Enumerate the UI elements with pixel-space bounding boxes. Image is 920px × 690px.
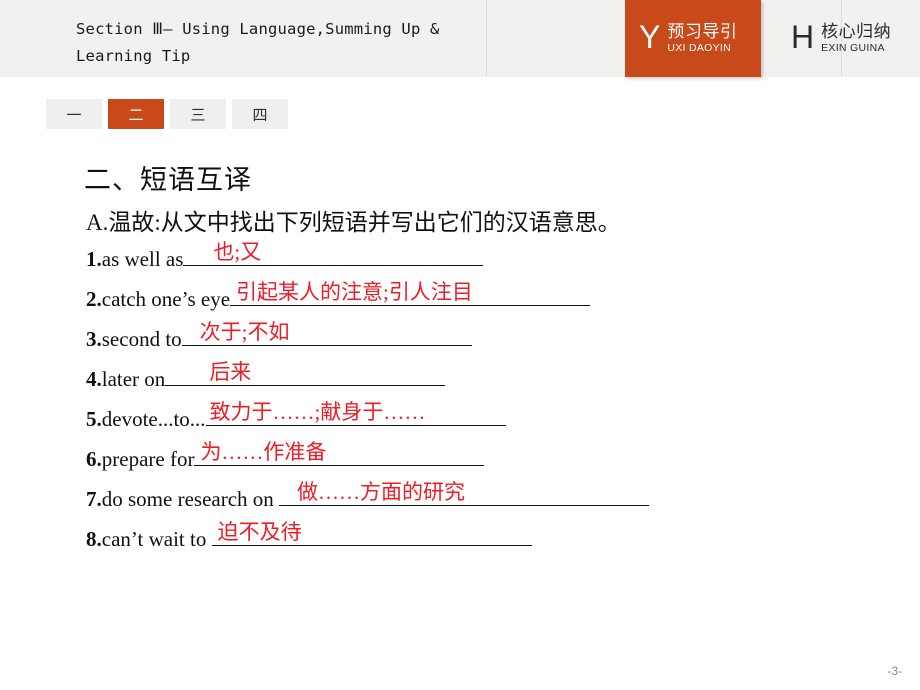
phrase-item-english: do some research on — [101, 487, 280, 511]
section-heading: 二、短语互译 — [84, 165, 252, 195]
phrase-item-answer: 后来 — [209, 360, 252, 384]
header-tab-letter-h: H — [791, 18, 815, 55]
header-tab-text-0: 预习导引 UXI DAOYIN — [667, 22, 737, 55]
header-tab-en-1: EXIN GUINA — [821, 42, 885, 54]
phrase-item-blank[interactable]: 也;又 — [183, 240, 484, 266]
phrase-item: 8.can’t wait to 迫不及待 — [86, 520, 876, 560]
phrase-item-number: 2. — [86, 287, 102, 311]
header-tab-en-0: UXI DAOYIN — [667, 42, 732, 54]
phrase-item-answer: 做……方面的研究 — [297, 480, 466, 504]
phrase-item-english: can’t wait to — [101, 527, 212, 551]
nav-tab-2[interactable]: 二 — [108, 99, 164, 129]
header-tab-yuxi-daoyin[interactable]: Y 预习导引 UXI DAOYIN — [625, 0, 761, 77]
phrase-item-answer: 为……作准备 — [200, 440, 327, 464]
phrase-item-number: 8. — [86, 527, 102, 551]
phrase-translation-list: 1.as well as 也;又 2.catch one’s eye 引起某人的注意;… — [86, 240, 876, 560]
phrase-item-answer: 次于;不如 — [199, 320, 290, 344]
phrase-item: 2.catch one’s eye 引起某人的注意;引人注目 — [86, 280, 876, 320]
nav-tab-3[interactable]: 三 — [170, 99, 226, 129]
header-tab-text-1: 核心归纳 EXIN GUINA — [821, 22, 891, 55]
phrase-item-english: prepare for — [101, 447, 195, 471]
slide-header: Section Ⅲ— Using Language,Summing Up & L… — [0, 0, 920, 77]
exercise-instruction: A.温故:从文中找出下列短语并写出它们的汉语意思。 — [86, 210, 621, 235]
phrase-item-answer: 致力于……;献身于…… — [209, 400, 426, 424]
slide-header-title: Section Ⅲ— Using Language,Summing Up & L… — [76, 20, 440, 65]
page-number: -3- — [887, 664, 902, 678]
phrase-item-number: 4. — [86, 367, 102, 391]
phrase-item-blank[interactable]: 次于;不如 — [181, 320, 472, 346]
phrase-item: 7.do some research on 做……方面的研究 — [86, 480, 876, 520]
phrase-item-english: later on — [101, 367, 166, 391]
phrase-item-blank[interactable]: 为……作准备 — [194, 440, 485, 466]
phrase-item: 3.second to 次于;不如 — [86, 320, 876, 360]
phrase-item-english: catch one’s eye — [101, 287, 231, 311]
phrase-item-number: 7. — [86, 487, 102, 511]
phrase-item-english: devote...to... — [101, 407, 206, 431]
phrase-item: 4.later on 后来 — [86, 360, 876, 400]
section-nav-tabs: 一 二 三 四 — [46, 99, 288, 129]
nav-tab-1[interactable]: 一 — [46, 99, 102, 129]
phrase-item-blank[interactable]: 迫不及待 — [211, 520, 532, 546]
header-tab-cn-1: 核心归纳 — [821, 22, 892, 41]
header-tab-letter-y: Y — [639, 18, 661, 55]
phrase-item-number: 5. — [86, 407, 102, 431]
phrase-item-number: 6. — [86, 447, 102, 471]
phrase-item-blank[interactable]: 致力于……;献身于…… — [205, 400, 506, 426]
header-divider — [486, 0, 487, 77]
phrase-item: 6.prepare for 为……作准备 — [86, 440, 876, 480]
phrase-item: 1.as well as 也;又 — [86, 240, 876, 280]
phrase-item-number: 1. — [86, 247, 102, 271]
nav-tab-4[interactable]: 四 — [232, 99, 288, 129]
phrase-item-blank[interactable]: 后来 — [165, 360, 446, 386]
header-tab-hexin-guina[interactable]: H 核心归纳 EXIN GUINA — [777, 0, 913, 77]
phrase-item-answer: 引起某人的注意;引人注目 — [236, 280, 473, 304]
phrase-item-english: second to — [101, 327, 182, 351]
phrase-item-number: 3. — [86, 327, 102, 351]
phrase-item-blank[interactable]: 做……方面的研究 — [279, 480, 650, 506]
phrase-item-answer: 迫不及待 — [217, 520, 302, 544]
phrase-item-english: as well as — [101, 247, 184, 271]
slide-canvas: Section Ⅲ— Using Language,Summing Up & L… — [0, 0, 920, 690]
phrase-item-answer: 也;又 — [213, 240, 262, 264]
phrase-item-blank[interactable]: 引起某人的注意;引人注目 — [230, 280, 591, 306]
header-tab-cn-0: 预习导引 — [667, 22, 738, 41]
phrase-item: 5.devote...to... 致力于……;献身于…… — [86, 400, 876, 440]
